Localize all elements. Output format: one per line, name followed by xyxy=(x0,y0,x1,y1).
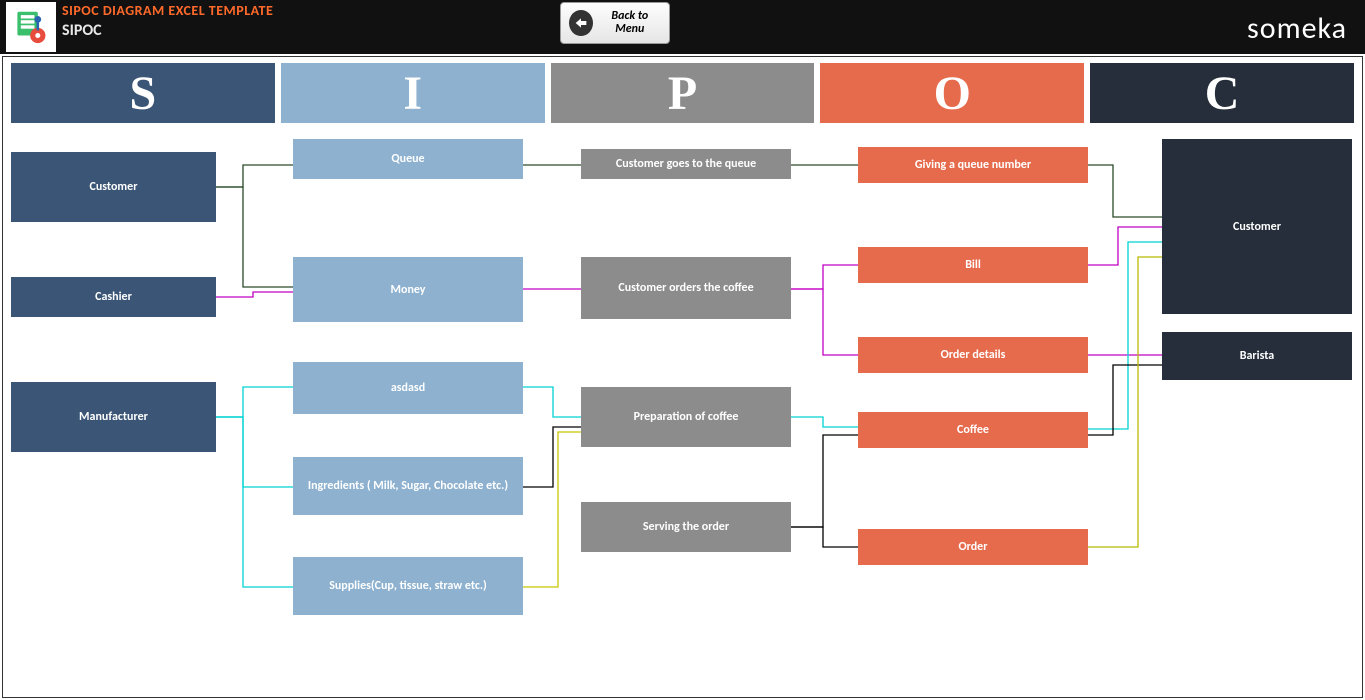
diagram-canvas: S I P O C xyxy=(2,56,1363,698)
output-order[interactable]: Order xyxy=(858,529,1088,565)
input-money[interactable]: Money xyxy=(293,257,523,322)
app-logo xyxy=(6,2,56,52)
back-arrow-icon xyxy=(569,10,593,36)
output-coffee[interactable]: Coffee xyxy=(858,412,1088,448)
header-titles: SIPOC DIAGRAM EXCEL TEMPLATE SIPOC xyxy=(62,0,273,40)
input-asdasd[interactable]: asdasd xyxy=(293,362,523,414)
header-outputs: O xyxy=(820,63,1084,123)
customer-customer[interactable]: Customer xyxy=(1162,139,1352,314)
header-customers: C xyxy=(1090,63,1354,123)
back-to-menu-button[interactable]: Back to Menu xyxy=(560,2,670,44)
top-bar: SIPOC DIAGRAM EXCEL TEMPLATE SIPOC Back … xyxy=(0,0,1365,54)
output-queue-number[interactable]: Giving a queue number xyxy=(858,147,1088,183)
header-inputs: I xyxy=(281,63,545,123)
process-queue[interactable]: Customer goes to the queue xyxy=(581,149,791,179)
customer-barista[interactable]: Barista xyxy=(1162,332,1352,380)
back-button-label: Back to Menu xyxy=(599,10,661,36)
output-order-details[interactable]: Order details xyxy=(858,337,1088,373)
process-order[interactable]: Customer orders the coffee xyxy=(581,257,791,319)
input-ingredients[interactable]: Ingredients ( Milk, Sugar, Chocolate etc… xyxy=(293,457,523,515)
input-queue[interactable]: Queue xyxy=(293,139,523,179)
page-title: SIPOC xyxy=(62,21,273,40)
supplier-customer[interactable]: Customer xyxy=(11,152,216,222)
header-suppliers: S xyxy=(11,63,275,123)
supplier-cashier[interactable]: Cashier xyxy=(11,277,216,317)
header-process: P xyxy=(551,63,815,123)
output-bill[interactable]: Bill xyxy=(858,247,1088,283)
supplier-manufacturer[interactable]: Manufacturer xyxy=(11,382,216,452)
input-supplies[interactable]: Supplies(Cup, tissue, straw etc.) xyxy=(293,557,523,615)
process-prep[interactable]: Preparation of coffee xyxy=(581,387,791,447)
brand-logo: someka xyxy=(1247,10,1347,47)
process-serve[interactable]: Serving the order xyxy=(581,502,791,552)
template-title: SIPOC DIAGRAM EXCEL TEMPLATE xyxy=(62,2,273,19)
sipoc-headers: S I P O C xyxy=(3,57,1362,129)
